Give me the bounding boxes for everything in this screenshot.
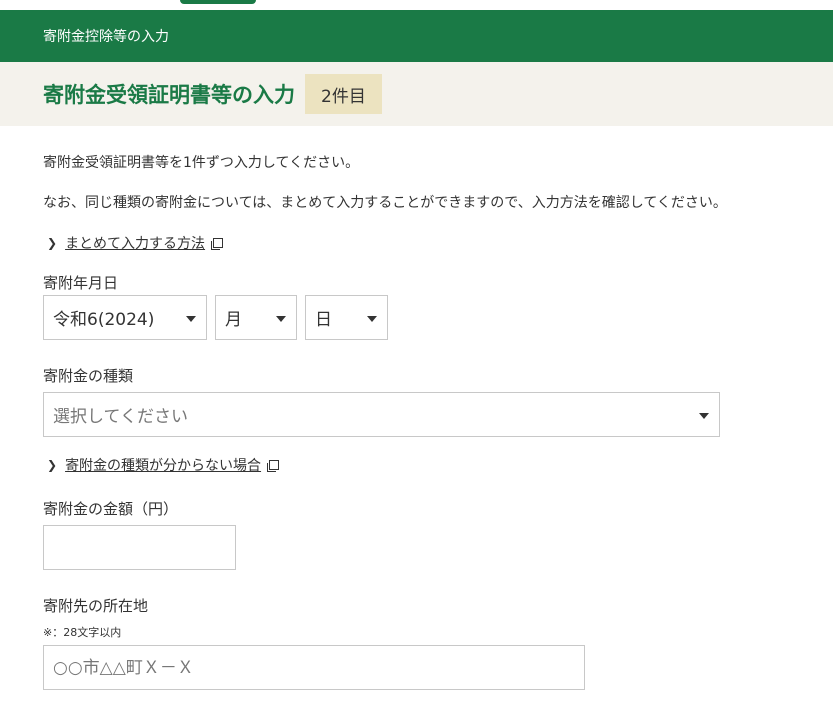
date-label: 寄附年月日: [43, 274, 119, 292]
address-note: ※：28文字以内: [43, 626, 122, 639]
dropdown-caret-icon: [699, 413, 709, 419]
day-select-value: 日: [315, 310, 332, 330]
external-window-icon: [211, 237, 224, 250]
section-header: 寄附金控除等の入力: [0, 10, 833, 62]
year-select-value: 令和6(2024): [53, 310, 155, 330]
chevron-right-icon: ❯: [47, 458, 58, 472]
donation-type-select-value: 選択してください: [53, 407, 188, 427]
intro-text-1: 寄附金受領証明書等を1件ずつ入力してください。: [43, 155, 360, 171]
dropdown-caret-icon: [276, 316, 286, 322]
amount-input[interactable]: [43, 525, 236, 570]
amount-label: 寄附金の金額（円）: [43, 500, 179, 518]
donation-type-help-link[interactable]: ❯ 寄附金の種類が分からない場合: [47, 455, 280, 475]
donation-type-label: 寄附金の種類: [43, 367, 134, 385]
donation-type-help-label[interactable]: 寄附金の種類が分からない場合: [65, 455, 261, 475]
bulk-input-link[interactable]: ❯ まとめて入力する方法: [47, 233, 224, 253]
chevron-right-icon: ❯: [47, 236, 58, 250]
address-input[interactable]: [43, 645, 585, 690]
page-title: 寄附金受領証明書等の入力: [43, 83, 295, 107]
title-band: 寄附金受領証明書等の入力 2件目: [0, 62, 833, 126]
external-window-icon: [267, 459, 280, 472]
section-title: 寄附金控除等の入力: [43, 29, 169, 45]
month-select[interactable]: 月: [215, 295, 297, 340]
dropdown-caret-icon: [186, 316, 196, 322]
top-tab-remnant: [180, 0, 256, 4]
dropdown-caret-icon: [367, 316, 377, 322]
address-label: 寄附先の所在地: [43, 597, 149, 615]
count-badge: 2件目: [305, 74, 382, 114]
donation-type-select[interactable]: 選択してください: [43, 392, 720, 437]
day-select[interactable]: 日: [305, 295, 388, 340]
year-select[interactable]: 令和6(2024): [43, 295, 207, 340]
bulk-input-link-label[interactable]: まとめて入力する方法: [65, 233, 205, 253]
month-select-value: 月: [225, 310, 242, 330]
intro-text-2: なお、同じ種類の寄附金については、まとめて入力することができますので、入力方法を…: [43, 195, 727, 211]
